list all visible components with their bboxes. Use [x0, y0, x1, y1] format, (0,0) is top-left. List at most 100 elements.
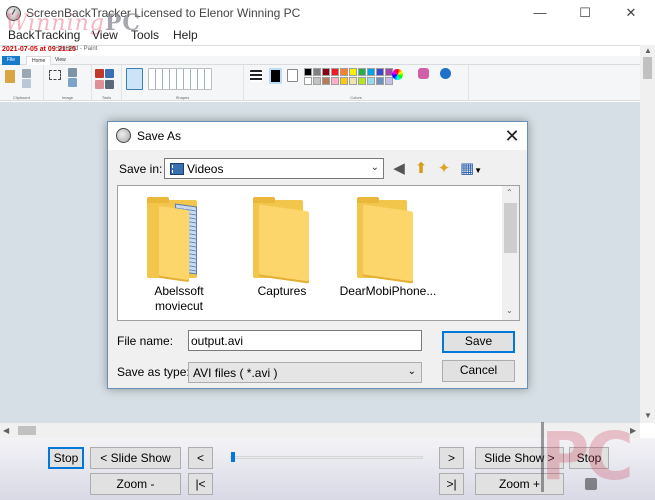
file-browser-scrollbar[interactable]: ⌃ ⌄ — [502, 186, 519, 320]
scroll-up-icon[interactable]: ▲ — [644, 46, 652, 55]
copy-icon — [22, 79, 31, 88]
scroll-right-icon[interactable]: ▶ — [630, 426, 636, 435]
palette-swatch — [304, 68, 312, 76]
menu-view[interactable]: View — [92, 28, 118, 42]
view-menu-icon[interactable]: ▦▼ — [458, 160, 484, 178]
menu-tools[interactable]: Tools — [131, 28, 159, 42]
new-folder-icon[interactable]: ✦ — [435, 160, 453, 178]
ribbon-label-colors: Colors — [350, 95, 362, 100]
palette-swatch — [349, 68, 357, 76]
palette-swatch — [367, 77, 375, 85]
stop-button[interactable]: Stop — [48, 447, 84, 469]
vertical-scroll-thumb[interactable] — [643, 57, 652, 79]
save-as-type-label: Save as type: — [117, 365, 190, 379]
palette-swatch — [322, 77, 330, 85]
size-icon — [250, 70, 262, 82]
close-button[interactable]: ✕ — [616, 4, 646, 22]
zoom-out-button[interactable]: Zoom - — [90, 473, 181, 495]
select-icon — [49, 70, 61, 80]
menu-backtracking[interactable]: BackTracking — [8, 28, 80, 42]
save-button[interactable]: Save — [442, 331, 515, 353]
scroll-down-icon[interactable]: ▼ — [644, 411, 652, 420]
folder-label-captures[interactable]: Captures — [232, 284, 332, 299]
folder-icon[interactable] — [357, 197, 413, 284]
dialog-title-bar: Save As ✕ — [108, 122, 527, 150]
file-browser-scroll-thumb[interactable] — [504, 203, 517, 253]
picker-icon — [105, 80, 114, 89]
next-button[interactable]: > — [439, 447, 464, 469]
save-as-dialog: Save As ✕ Save in: Videos ⌄ ◀ ⬆ ✦ ▦▼ Abe… — [107, 121, 528, 389]
paint-tab-view: View — [55, 57, 66, 63]
cancel-button[interactable]: Cancel — [442, 360, 515, 382]
save-in-dropdown[interactable]: Videos ⌄ — [164, 158, 384, 179]
app-icon — [6, 6, 21, 21]
folder-label-dearmobiphone[interactable]: DearMobiPhone... — [331, 284, 445, 299]
ribbon-group-tools: Tools — [92, 65, 122, 101]
resize-icon — [68, 78, 77, 87]
chevron-down-icon: ⌄ — [407, 366, 416, 377]
save-as-type-value: AVI files ( *.avi ) — [193, 366, 278, 380]
dialog-app-icon — [116, 128, 131, 143]
palette-swatch — [304, 77, 312, 85]
folder-label-abelssoft[interactable]: Abelssoft moviecut — [132, 284, 226, 314]
paint-tabs: File Home View — [0, 56, 640, 65]
palette-swatch — [358, 77, 366, 85]
ribbon-label-shapes: Shapes — [175, 95, 190, 100]
previous-button[interactable]: < — [188, 447, 213, 469]
timeline-slider[interactable] — [230, 456, 423, 459]
palette-swatch — [322, 68, 330, 76]
slide-show-forward-button[interactable]: Slide Show > — [475, 447, 564, 469]
back-icon[interactable]: ◀ — [390, 160, 408, 178]
zoom-in-button[interactable]: Zoom + — [475, 473, 564, 495]
folder-icon[interactable] — [147, 197, 203, 283]
slide-show-back-button[interactable]: < Slide Show — [90, 447, 181, 469]
brushes-icon — [126, 68, 143, 90]
timeline-slider-thumb[interactable] — [231, 452, 235, 462]
palette-swatch — [367, 68, 375, 76]
paint3d-icon — [418, 68, 429, 79]
maximize-button[interactable]: ☐ — [570, 4, 600, 22]
ribbon-group-image: Image — [44, 65, 92, 101]
palette-swatch — [313, 77, 321, 85]
file-name-input[interactable] — [191, 333, 419, 348]
palette-swatch — [358, 68, 366, 76]
horizontal-scrollbar[interactable]: ◀ ▶ — [0, 423, 640, 438]
file-name-field[interactable] — [188, 330, 422, 351]
shapes-gallery — [148, 68, 212, 90]
folder-icon[interactable] — [253, 197, 309, 284]
save-in-value: Videos — [187, 162, 224, 176]
vertical-scrollbar[interactable]: ▲ ▼ — [640, 45, 655, 423]
stop-right-button[interactable]: Stop — [569, 447, 609, 469]
horizontal-scroll-thumb[interactable] — [18, 426, 36, 435]
last-button[interactable]: >| — [439, 473, 464, 495]
save-as-type-dropdown[interactable]: AVI files ( *.avi ) ⌄ — [188, 362, 422, 383]
ribbon-label-clipboard: Clipboard — [12, 95, 31, 100]
palette-swatch — [313, 68, 321, 76]
palette-swatch — [376, 68, 384, 76]
palette-swatch — [340, 77, 348, 85]
minimize-button[interactable]: — — [525, 4, 555, 22]
dialog-close-button[interactable]: ✕ — [500, 125, 524, 147]
ribbon-group-shapes: Shapes — [122, 65, 244, 101]
scroll-down-icon[interactable]: ⌄ — [506, 306, 513, 315]
color2-swatch — [287, 69, 298, 82]
ribbon-group-clipboard: Clipboard — [0, 65, 44, 101]
first-button[interactable]: |< — [188, 473, 213, 495]
product-alert-icon — [440, 68, 451, 79]
ribbon-label-tools: Tools — [101, 95, 112, 100]
title-bar: ScreenBackTracker Licensed to Elenor Win… — [0, 0, 655, 36]
paste-icon — [5, 70, 15, 83]
eraser-icon — [95, 80, 104, 89]
palette-swatch — [331, 77, 339, 85]
palette-swatch — [385, 77, 393, 85]
chevron-down-icon: ⌄ — [370, 162, 379, 173]
playback-controls: Stop < Slide Show < > Slide Show > Stop … — [0, 438, 655, 500]
dialog-title: Save As — [137, 129, 182, 143]
menu-help[interactable]: Help — [173, 28, 198, 42]
palette-swatch — [331, 68, 339, 76]
window-title: ScreenBackTracker Licensed to Elenor Win… — [26, 6, 301, 20]
scroll-up-icon[interactable]: ⌃ — [506, 188, 513, 197]
scroll-left-icon[interactable]: ◀ — [3, 426, 9, 435]
up-folder-icon[interactable]: ⬆ — [412, 160, 430, 178]
logo-square — [585, 478, 597, 490]
